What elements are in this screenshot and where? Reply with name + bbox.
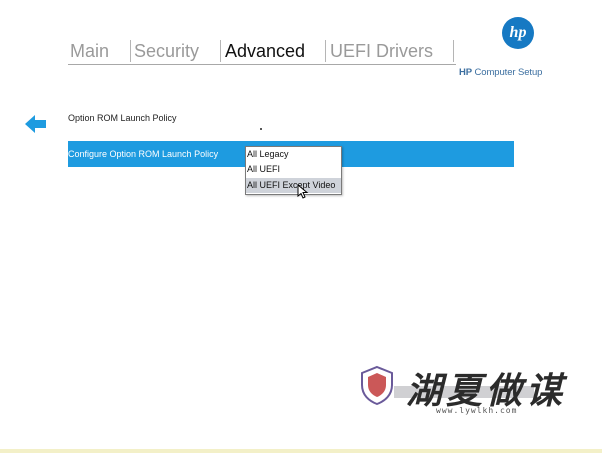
tab-underline — [68, 64, 456, 65]
tab-divider — [130, 40, 131, 62]
section-title: Option ROM Launch Policy — [68, 113, 177, 123]
tab-security[interactable]: Security — [134, 38, 199, 64]
tab-uefi-drivers[interactable]: UEFI Drivers — [330, 38, 433, 64]
shield-icon — [360, 365, 394, 406]
tab-advanced[interactable]: Advanced — [225, 38, 305, 64]
hp-logo: hp — [502, 17, 534, 49]
tab-divider — [325, 40, 326, 62]
launch-policy-dropdown[interactable]: All Legacy All UEFI All UEFI Except Vide… — [245, 146, 342, 195]
dropdown-option-hovered[interactable]: All UEFI Except Video — [246, 178, 341, 193]
bottom-border — [0, 449, 602, 453]
dropdown-option[interactable]: All Legacy — [246, 147, 341, 162]
watermark: 湖夏做谋 www.lywlkh.com — [358, 362, 588, 418]
tab-divider — [220, 40, 221, 62]
app-subtitle: HP Computer Setup — [459, 67, 543, 78]
tab-divider — [453, 40, 454, 62]
tab-main[interactable]: Main — [70, 38, 109, 64]
dropdown-option[interactable]: All UEFI — [246, 162, 341, 177]
watermark-url: www.lywlkh.com — [436, 406, 518, 415]
separator-dot — [260, 128, 262, 130]
mouse-pointer-icon — [297, 183, 309, 200]
arrow-left-icon[interactable] — [25, 115, 47, 133]
top-tab-bar: Main Security Advanced UEFI Drivers — [68, 38, 456, 66]
setting-label: Configure Option ROM Launch Policy — [68, 149, 219, 159]
